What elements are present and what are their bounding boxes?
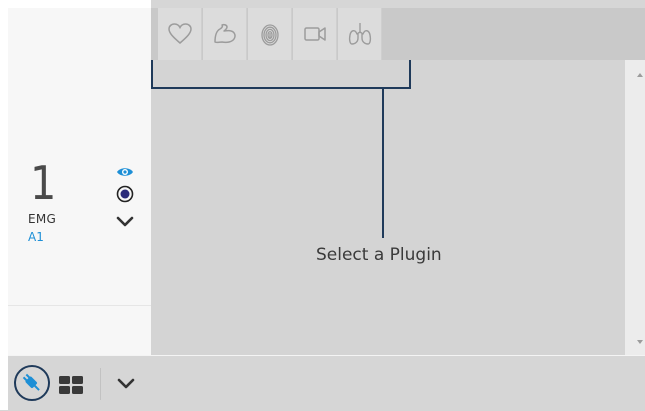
tab-lungs[interactable] <box>338 8 382 60</box>
heart-icon <box>167 23 192 44</box>
tab-fingerprint[interactable] <box>248 8 292 60</box>
channel-number: 1 <box>30 156 57 210</box>
window-edge <box>0 0 8 410</box>
lungs-icon <box>348 23 371 45</box>
chevron-down-icon[interactable] <box>116 374 136 394</box>
scroll-down-arrow-icon[interactable] <box>637 340 643 344</box>
channel-panel[interactable]: 1 EMG A1 <box>8 8 152 355</box>
record-radio-icon[interactable] <box>116 185 134 203</box>
arm-muscle-icon <box>213 23 236 44</box>
channel-type-label: EMG <box>28 212 57 226</box>
video-camera-icon <box>303 27 326 41</box>
channel-id-link[interactable]: A1 <box>28 230 44 244</box>
fingerprint-icon <box>260 24 279 46</box>
panel-divider <box>8 305 151 306</box>
vertical-scrollbar[interactable] <box>625 60 645 355</box>
plugin-tab-strip <box>151 8 645 60</box>
tab-heart[interactable] <box>158 8 202 60</box>
eye-icon[interactable] <box>116 163 134 181</box>
plug-icon[interactable] <box>13 364 51 402</box>
tab-muscle[interactable] <box>203 8 247 60</box>
toolbar-divider <box>100 368 101 400</box>
plugin-bracket-connector <box>151 60 411 238</box>
grid-icon[interactable] <box>58 375 84 395</box>
tab-video[interactable] <box>293 8 337 60</box>
scroll-up-arrow-icon[interactable] <box>637 73 643 77</box>
chevron-down-icon[interactable] <box>116 213 134 231</box>
window-edge-top <box>0 0 151 8</box>
select-plugin-message: Select a Plugin <box>316 245 442 265</box>
bottom-toolbar <box>8 355 645 411</box>
